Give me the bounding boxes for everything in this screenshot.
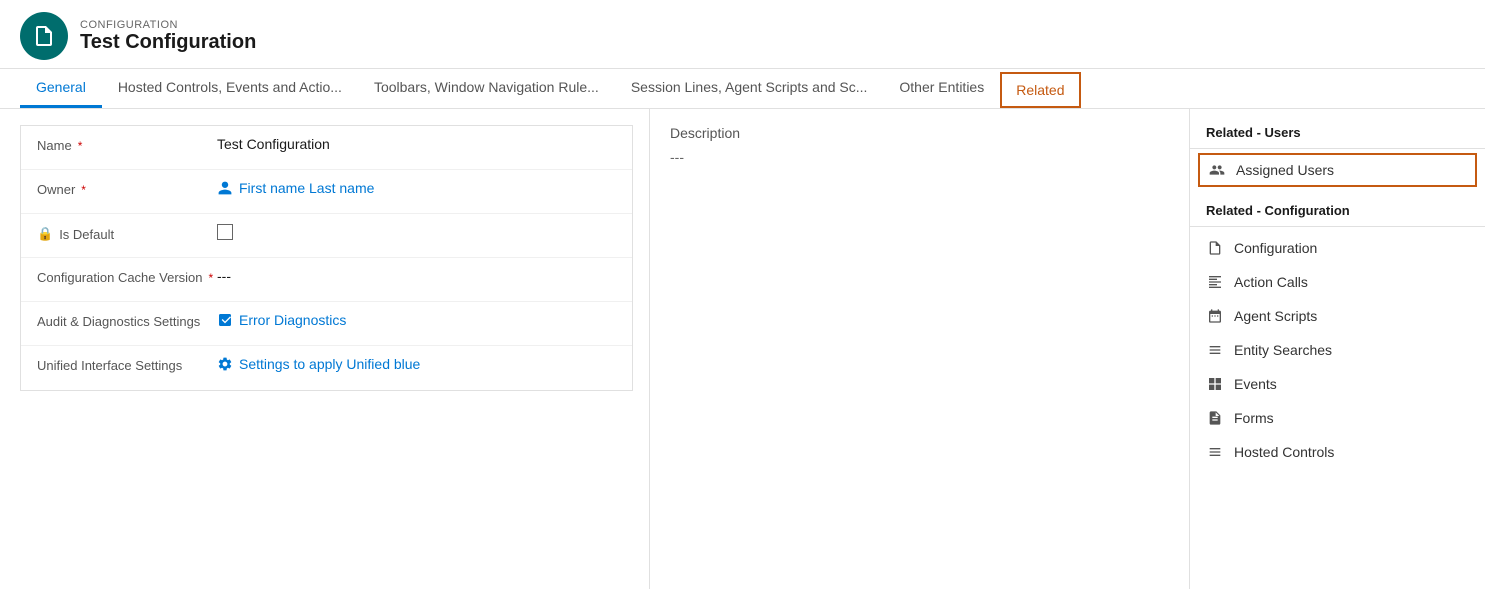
tab-toolbars[interactable]: Toolbars, Window Navigation Rule... bbox=[358, 69, 615, 108]
label-cache-version: Configuration Cache Version * bbox=[37, 268, 217, 285]
label-name: Name * bbox=[37, 136, 217, 153]
tab-bar: General Hosted Controls, Events and Acti… bbox=[0, 69, 1485, 109]
form-row-name: Name * Test Configuration bbox=[21, 126, 632, 170]
header-text: CONFIGURATION Test Configuration bbox=[80, 19, 256, 54]
required-indicator-name: * bbox=[78, 139, 83, 153]
value-is-default bbox=[217, 224, 616, 243]
description-value: --- bbox=[670, 149, 1169, 165]
entity-searches-label: Entity Searches bbox=[1234, 342, 1332, 358]
document-icon bbox=[32, 24, 56, 48]
label-unified: Unified Interface Settings bbox=[37, 356, 217, 373]
form-panel: Name * Test Configuration Owner * First … bbox=[0, 109, 650, 589]
related-users-title: Related - Users bbox=[1190, 117, 1485, 148]
forms-label: Forms bbox=[1234, 410, 1274, 426]
divider-config bbox=[1190, 226, 1485, 227]
label-audit: Audit & Diagnostics Settings bbox=[37, 312, 217, 329]
tab-general[interactable]: General bbox=[20, 69, 102, 108]
tab-hosted-controls[interactable]: Hosted Controls, Events and Actio... bbox=[102, 69, 358, 108]
audit-link: Error Diagnostics bbox=[239, 312, 346, 328]
main-content: Name * Test Configuration Owner * First … bbox=[0, 109, 1485, 589]
value-cache-version: --- bbox=[217, 268, 616, 284]
related-item-action-calls[interactable]: Action Calls bbox=[1190, 265, 1485, 299]
related-item-assigned-users[interactable]: Assigned Users bbox=[1198, 153, 1477, 187]
checkbox-is-default[interactable] bbox=[217, 224, 233, 240]
hosted-controls-icon bbox=[1206, 443, 1224, 461]
config-label: CONFIGURATION bbox=[80, 19, 256, 31]
hosted-controls-label: Hosted Controls bbox=[1234, 444, 1334, 460]
action-calls-label: Action Calls bbox=[1234, 274, 1308, 290]
header: CONFIGURATION Test Configuration bbox=[0, 0, 1485, 69]
tab-related[interactable]: Related bbox=[1000, 72, 1080, 108]
related-panel: Related - Users Assigned Users Related -… bbox=[1190, 109, 1485, 589]
person-icon bbox=[217, 180, 233, 196]
label-owner: Owner * bbox=[37, 180, 217, 197]
value-audit[interactable]: Error Diagnostics bbox=[217, 312, 616, 328]
value-owner[interactable]: First name Last name bbox=[217, 180, 616, 196]
config-title: Test Configuration bbox=[80, 31, 256, 54]
description-label: Description bbox=[670, 125, 1169, 141]
related-item-entity-searches[interactable]: Entity Searches bbox=[1190, 333, 1485, 367]
required-indicator-cache: * bbox=[209, 271, 214, 285]
related-item-agent-scripts[interactable]: Agent Scripts bbox=[1190, 299, 1485, 333]
diagnostics-icon bbox=[217, 312, 233, 328]
assigned-users-icon bbox=[1208, 161, 1226, 179]
value-unified[interactable]: Settings to apply Unified blue bbox=[217, 356, 616, 372]
action-calls-icon bbox=[1206, 273, 1224, 291]
assigned-users-label: Assigned Users bbox=[1236, 162, 1334, 178]
form-row-cache-version: Configuration Cache Version * --- bbox=[21, 258, 632, 302]
related-item-events[interactable]: Events bbox=[1190, 367, 1485, 401]
form-card: Name * Test Configuration Owner * First … bbox=[20, 125, 633, 391]
entity-searches-icon bbox=[1206, 341, 1224, 359]
configuration-icon bbox=[1206, 239, 1224, 257]
tab-other-entities[interactable]: Other Entities bbox=[883, 69, 1000, 108]
related-item-hosted-controls[interactable]: Hosted Controls bbox=[1190, 435, 1485, 469]
form-row-owner: Owner * First name Last name bbox=[21, 170, 632, 214]
configuration-label: Configuration bbox=[1234, 240, 1317, 256]
divider-users bbox=[1190, 148, 1485, 149]
agent-scripts-label: Agent Scripts bbox=[1234, 308, 1317, 324]
related-item-forms[interactable]: Forms bbox=[1190, 401, 1485, 435]
form-row-is-default: 🔒 Is Default bbox=[21, 214, 632, 258]
owner-name: First name Last name bbox=[239, 180, 374, 196]
tab-session-lines[interactable]: Session Lines, Agent Scripts and Sc... bbox=[615, 69, 884, 108]
agent-scripts-icon bbox=[1206, 307, 1224, 325]
app-icon bbox=[20, 12, 68, 60]
related-config-title: Related - Configuration bbox=[1190, 195, 1485, 226]
related-item-configuration[interactable]: Configuration bbox=[1190, 231, 1485, 265]
events-icon bbox=[1206, 375, 1224, 393]
description-panel: Description --- bbox=[650, 109, 1190, 589]
forms-icon bbox=[1206, 409, 1224, 427]
value-name: Test Configuration bbox=[217, 136, 616, 152]
events-label: Events bbox=[1234, 376, 1277, 392]
lock-icon: 🔒 bbox=[37, 226, 53, 242]
form-row-audit: Audit & Diagnostics Settings Error Diagn… bbox=[21, 302, 632, 346]
form-row-unified: Unified Interface Settings Settings to a… bbox=[21, 346, 632, 390]
required-indicator-owner: * bbox=[81, 183, 86, 197]
unified-link: Settings to apply Unified blue bbox=[239, 356, 420, 372]
label-is-default: 🔒 Is Default bbox=[37, 224, 217, 242]
settings-icon bbox=[217, 356, 233, 372]
